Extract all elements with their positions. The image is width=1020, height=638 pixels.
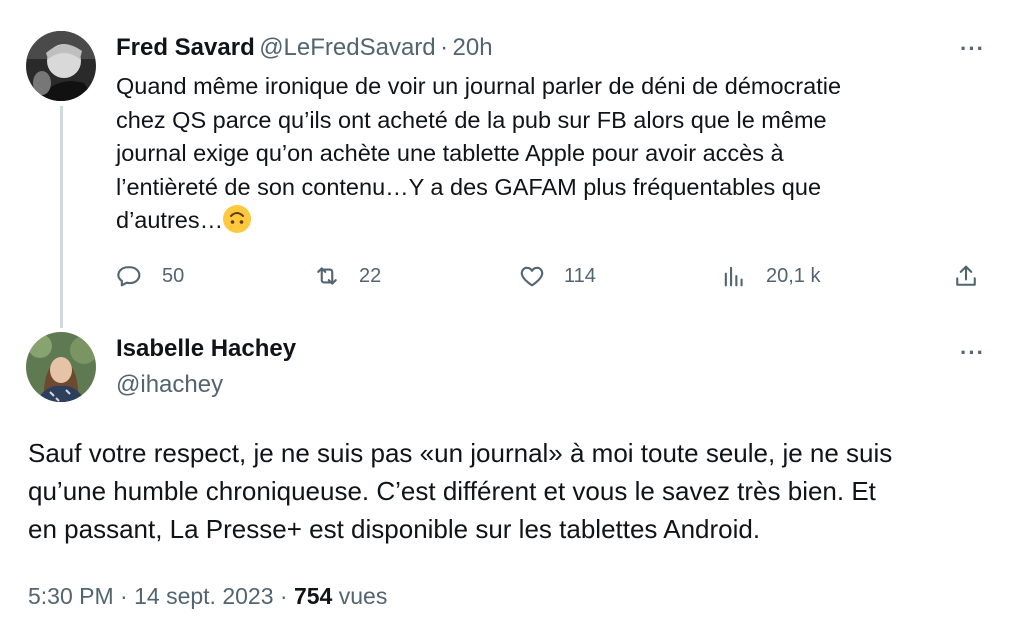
thread-line [60,106,63,328]
views-count: 20,1 k [766,264,821,287]
share-button[interactable] [952,262,980,295]
tweet-views-count: 754 [293,583,333,609]
upside-down-face-icon [223,205,252,233]
reply-count: 50 [162,264,185,287]
retweet-count: 22 [359,264,382,287]
tweet-text: Sauf votre respect, je ne suis pas «un j… [28,438,893,544]
author-name[interactable]: Isabelle Hachey [116,335,296,363]
avatar-photo-icon [26,332,96,402]
separator: · [440,34,449,61]
views-chart-icon [724,266,743,287]
meta-separator: · [120,583,128,609]
heart-icon [520,266,544,287]
tweet-views-label: vues [338,583,388,609]
like-count: 114 [564,264,596,287]
retweet-icon [317,267,337,285]
tweet-time[interactable]: 5:30 PM [28,583,114,609]
reply-text-block: Quand même ironique de voir un journal p… [116,70,996,238]
reply-button[interactable]: 50 [116,262,184,290]
post-time[interactable]: 20h [453,34,493,61]
meta-separator: · [279,583,288,609]
views-button[interactable]: 20,1 k [720,262,820,290]
like-button[interactable]: 114 [518,262,596,290]
more-options-icon[interactable]: ··· [960,36,985,62]
more-options-icon[interactable]: ··· [960,340,985,366]
reply-header: Fred Savard @LeFredSavard · 20h [116,34,493,62]
author-handle[interactable]: @LeFredSavard [259,34,435,61]
tweet-date[interactable]: 14 sept. 2023 [134,583,273,609]
author-name[interactable]: Fred Savard [116,34,255,61]
fred-savard-avatar[interactable] [26,31,96,101]
share-icon [956,265,976,286]
reply-icon [117,266,141,287]
retweet-button[interactable]: 22 [313,262,381,290]
author-handle[interactable]: @ihachey [116,371,223,399]
tweet-meta: 5:30 PM · 14 sept. 2023 · 754 vues [28,583,387,610]
avatar-photo-icon [26,31,96,101]
isabelle-hachey-avatar[interactable] [26,332,96,402]
